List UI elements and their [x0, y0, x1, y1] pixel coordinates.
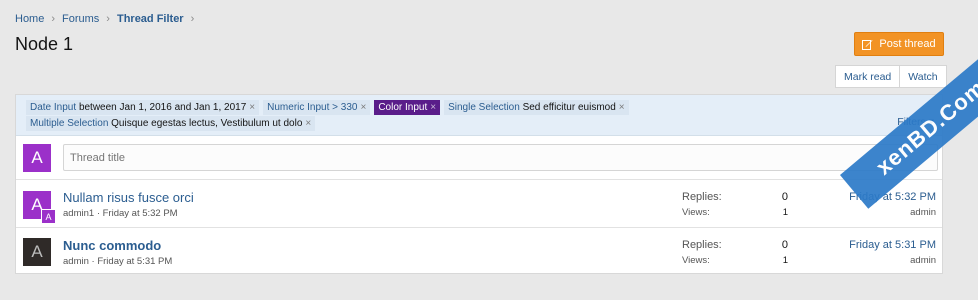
filter-tag-date-input[interactable]: Date Input between Jan 1, 2016 and Jan 1…: [26, 100, 260, 115]
thread-meta: admin1 · Friday at 5:32 PM: [63, 208, 178, 219]
meta-separator: ·: [91, 256, 95, 267]
remove-filter-icon[interactable]: ×: [249, 102, 255, 113]
breadcrumb: Home › Forums › Thread Filter ›: [15, 13, 201, 25]
mark-read-button[interactable]: Mark read: [835, 65, 901, 88]
watch-button[interactable]: Watch: [900, 65, 947, 88]
thread-author-link[interactable]: admin: [63, 256, 89, 267]
thread-title-link[interactable]: Nullam risus fusce orci: [63, 190, 194, 205]
breadcrumb-thread-filter[interactable]: Thread Filter: [117, 13, 184, 25]
remove-filter-icon[interactable]: ×: [619, 102, 625, 113]
avatar[interactable]: A A: [23, 191, 56, 224]
thread-start-date[interactable]: Friday at 5:32 PM: [103, 208, 178, 219]
post-thread-button[interactable]: Post thread: [854, 32, 944, 56]
remove-filter-icon[interactable]: ×: [360, 102, 366, 113]
filter-tag-single-selection[interactable]: Single Selection Sed efficitur euismod ×: [444, 100, 629, 115]
thread-row: A Nunc commodo admin · Friday at 5:31 PM…: [16, 230, 942, 276]
thread-title-input[interactable]: [63, 144, 938, 171]
replies-label: Replies:: [682, 191, 722, 203]
avatar[interactable]: A: [23, 238, 51, 266]
remove-filter-icon[interactable]: ×: [430, 102, 436, 113]
breadcrumb-separator: ›: [190, 13, 195, 25]
filter-row: Date Input between Jan 1, 2016 and Jan 1…: [26, 100, 629, 115]
replies-count: 0: [781, 191, 788, 203]
edit-icon: [862, 39, 873, 50]
last-poster-avatar[interactable]: A: [41, 209, 56, 224]
thread-list-panel: Date Input between Jan 1, 2016 and Jan 1…: [15, 94, 943, 274]
thread-title-link[interactable]: Nunc commodo: [63, 238, 161, 253]
avatar[interactable]: A: [23, 144, 51, 172]
filter-row: Multiple Selection Quisque egestas lectu…: [26, 116, 316, 131]
filter-tag-color-input[interactable]: Color Input ×: [374, 100, 441, 115]
breadcrumb-separator: ›: [51, 13, 56, 25]
last-poster-link[interactable]: admin: [910, 207, 936, 218]
thread-author-link[interactable]: admin1: [63, 208, 94, 219]
last-poster-link[interactable]: admin: [910, 255, 936, 266]
breadcrumb-separator: ›: [106, 13, 110, 25]
views-label: Views:: [682, 207, 710, 218]
views-label: Views:: [682, 255, 710, 266]
breadcrumb-forums[interactable]: Forums: [62, 13, 99, 25]
filter-tag-numeric-input[interactable]: Numeric Input > 330 ×: [263, 100, 371, 115]
replies-count: 0: [781, 239, 788, 251]
post-thread-label: Post thread: [879, 38, 936, 50]
last-post-date[interactable]: Friday at 5:31 PM: [849, 239, 936, 251]
breadcrumb-home[interactable]: Home: [15, 13, 44, 25]
thread-row: A A Nullam risus fusce orci admin1 · Fri…: [16, 182, 942, 228]
filter-tag-multiple-selection[interactable]: Multiple Selection Quisque egestas lectu…: [26, 116, 316, 131]
thread-start-date[interactable]: Friday at 5:31 PM: [97, 256, 172, 267]
active-filters-bar: Date Input between Jan 1, 2016 and Jan 1…: [16, 95, 942, 136]
views-count: 1: [782, 207, 788, 218]
quick-thread-row: A: [16, 136, 942, 180]
views-count: 1: [782, 255, 788, 266]
meta-separator: ·: [96, 208, 100, 219]
forum-actions: Mark read Watch: [835, 65, 947, 88]
replies-label: Replies:: [682, 239, 722, 251]
page-title: Node 1: [15, 34, 74, 54]
remove-filter-icon[interactable]: ×: [305, 118, 311, 129]
thread-meta: admin · Friday at 5:31 PM: [63, 256, 172, 267]
